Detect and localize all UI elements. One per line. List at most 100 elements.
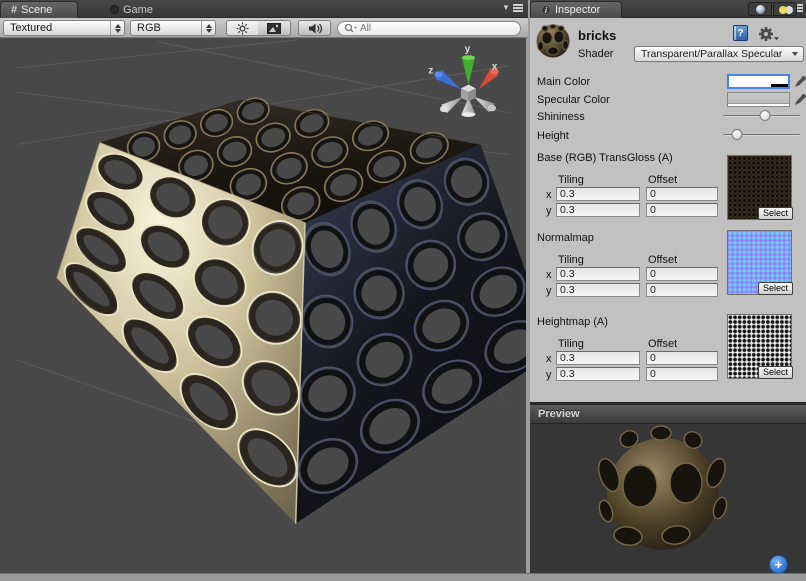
x-row-label: x [546,269,552,281]
offset-x-input[interactable]: 0 [646,351,718,365]
render-mode-value: Textured [4,22,110,34]
sun-icon [236,22,249,35]
heightmap-select-button[interactable]: Select [758,366,793,379]
y-row-label: y [546,285,552,297]
preview-sphere-view [530,425,806,576]
question-icon: ? [737,28,743,39]
hamburger-icon [513,4,523,6]
shader-dropdown[interactable]: Transparent/Parallax Specular [634,46,804,62]
tab-game[interactable]: Game [100,1,163,18]
offset-header: Offset [648,254,677,266]
tiling-x-input[interactable]: 0.3 [556,267,640,281]
info-icon: i [541,5,551,15]
shininess-slider[interactable] [723,108,800,124]
tiling-header: Tiling [558,174,584,186]
x-row-label: x [546,189,552,201]
eyedropper-icon[interactable] [794,74,806,88]
sphere-icon [756,5,765,14]
scene-viewport[interactable]: y z x [0,38,528,573]
eyedropper-icon[interactable] [794,92,806,106]
orientation-gizmo[interactable]: y z x [428,44,498,117]
chevron-down-icon [792,52,798,56]
render-mode-dropdown[interactable]: Textured [3,20,125,36]
tiling-y-input[interactable]: 0.3 [556,203,640,217]
section-title: Base (RGB) TransGloss (A) [537,152,673,164]
main-color-label: Main Color [537,76,590,88]
tab-scene[interactable]: # Scene [0,1,78,18]
updown-arrows-icon [110,21,124,35]
preview-mesh-button[interactable] [748,2,772,16]
scene-panel-menu-icon[interactable]: ▼ [502,4,523,12]
skybox-toggle-button[interactable] [258,20,291,36]
offset-x-input[interactable]: 0 [646,187,718,201]
offset-x-input[interactable]: 0 [646,267,718,281]
search-input[interactable] [360,23,500,34]
y-axis-cone[interactable] [462,58,475,85]
gizmo-y-label: y [465,44,471,55]
textured-cube[interactable] [57,94,526,523]
gizmo-z-label: z [428,65,433,76]
speaker-icon [308,22,322,35]
offset-header: Offset [648,174,677,186]
scene-tabbar: # Scene Game ▼ [0,0,528,18]
offset-header: Offset [648,338,677,350]
tiling-y-input[interactable]: 0.3 [556,367,640,381]
height-slider-thumb[interactable] [731,129,742,140]
scene-search-field[interactable] [337,21,521,36]
settings-button[interactable] [758,26,780,42]
help-button[interactable]: ? [733,25,748,41]
search-icon [344,23,357,34]
shader-label: Shader [578,48,613,60]
tiling-y-input[interactable]: 0.3 [556,283,640,297]
main-color-swatch[interactable] [727,74,790,89]
add-button[interactable]: + [769,555,788,574]
material-name: bricks [578,28,616,43]
specular-color-label: Specular Color [537,94,610,106]
light-icon [779,6,787,14]
tiling-x-input[interactable]: 0.3 [556,351,640,365]
image-icon [267,23,281,34]
offset-y-input[interactable]: 0 [646,203,718,217]
tiling-header: Tiling [558,338,584,350]
gear-icon [758,26,780,42]
normalmap-select-button[interactable]: Select [758,282,793,295]
normalmap-section: Normalmap Tiling Offset x 0.3 0 y 0.3 0 … [530,228,806,308]
height-label: Height [537,130,569,142]
height-slider[interactable] [723,127,800,143]
tiling-header: Tiling [558,254,584,266]
gizmo-x-label: x [492,62,498,73]
color-mode-value: RGB [131,22,201,34]
shader-value: Transparent/Parallax Specular [635,48,792,60]
preview-lighting-button[interactable] [773,2,797,16]
scene-grid-icon: # [11,4,17,16]
section-title: Normalmap [537,232,594,244]
x-row-label: x [546,353,552,365]
audio-toggle-button[interactable] [298,20,331,36]
tab-game-label: Game [123,4,153,16]
scene-3d-view: y z x [0,38,526,573]
section-title: Heightmap (A) [537,316,608,328]
preview-header[interactable]: Preview [530,405,806,424]
scene-toolbar: Textured RGB [0,18,528,38]
tab-inspector[interactable]: i Inspector [530,1,622,18]
base-select-button[interactable]: Select [758,207,793,220]
shininess-slider-thumb[interactable] [760,110,771,121]
panel-splitter[interactable] [528,0,530,573]
lighting-toggle-button[interactable] [226,20,259,36]
preview-title: Preview [538,408,580,420]
game-icon [110,5,119,14]
y-row-label: y [546,369,552,381]
tiling-x-input[interactable]: 0.3 [556,187,640,201]
specular-color-swatch[interactable] [727,92,790,107]
updown-arrows-icon [201,21,215,35]
offset-y-input[interactable]: 0 [646,283,718,297]
offset-y-input[interactable]: 0 [646,367,718,381]
material-ball-icon [535,23,571,59]
y-row-label: y [546,205,552,217]
base-texture-section: Base (RGB) TransGloss (A) Tiling Offset … [530,150,806,230]
material-preview-panel: Preview [530,402,806,573]
color-mode-dropdown[interactable]: RGB [130,20,216,36]
heightmap-section: Heightmap (A) Tiling Offset x 0.3 0 y 0.… [530,312,806,392]
window-bottom-edge [0,573,806,581]
shininess-label: Shininess [537,111,585,123]
